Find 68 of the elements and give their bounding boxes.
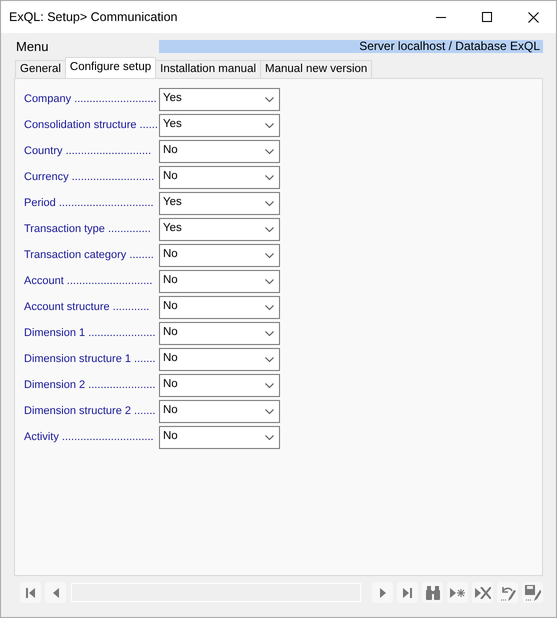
chevron-icon	[265, 122, 274, 128]
field-label: Dimension 1 ......................	[24, 326, 156, 341]
dropdown-field[interactable]: No	[159, 426, 280, 448]
last-record-icon	[403, 588, 412, 598]
next-record-button[interactable]	[372, 582, 393, 603]
undo-edit-button[interactable]	[497, 582, 518, 603]
field-label: Currency ...........................	[24, 170, 156, 185]
delete-record-icon	[474, 586, 490, 598]
save-edit-button[interactable]	[522, 582, 543, 603]
tab[interactable]: Manual new version	[260, 60, 372, 78]
previous-record-icon	[52, 588, 58, 598]
dropdown-field[interactable]: Yes	[159, 192, 280, 214]
chevron-icon	[265, 200, 274, 206]
maximize-icon	[482, 12, 492, 22]
last-record-button[interactable]	[397, 582, 418, 603]
dropdown-field[interactable]: No	[159, 400, 280, 422]
dropdown-field[interactable]: No	[159, 140, 280, 162]
save-edit-icon	[524, 584, 540, 600]
binoculars-button[interactable]	[422, 582, 443, 603]
field-label: Company ...........................	[24, 92, 158, 107]
previous-record-button[interactable]	[45, 582, 66, 603]
new-record-button[interactable]	[447, 582, 468, 603]
chevron-icon	[265, 226, 274, 232]
field-label: Dimension structure 1 .......	[24, 352, 156, 367]
first-record-button[interactable]	[20, 582, 41, 603]
chevron-icon	[265, 304, 274, 310]
field-label: Account ............................	[24, 274, 154, 289]
field-label: Transaction category ........	[24, 248, 155, 263]
dropdown-field[interactable]: Yes	[159, 88, 280, 110]
server-info-bar: Server localhost / Database ExQL	[159, 40, 543, 53]
dropdown-field[interactable]: Yes	[159, 218, 280, 240]
dropdown-field[interactable]: No	[159, 322, 280, 344]
chevron-icon	[265, 278, 274, 284]
dropdown-field[interactable]: No	[159, 244, 280, 266]
field-label: Country ............................	[24, 144, 152, 159]
dropdown-field[interactable]: No	[159, 270, 280, 292]
window-title: ExQL: Setup> Communication	[9, 8, 178, 26]
chevron-icon	[265, 382, 274, 388]
chevron-icon	[265, 356, 274, 362]
chevron-icon	[265, 408, 274, 414]
first-record-icon	[26, 588, 35, 598]
dropdown-field[interactable]: Yes	[159, 114, 280, 136]
delete-record-button[interactable]	[472, 582, 493, 603]
tab[interactable]: Configure setup	[64, 57, 156, 78]
dropdown-field[interactable]: No	[159, 348, 280, 370]
dropdown-field[interactable]: No	[159, 296, 280, 318]
new-record-icon	[450, 588, 465, 598]
field-label: Dimension structure 2 .......	[24, 404, 156, 419]
chevron-icon	[265, 96, 274, 102]
field-label: Consolidation structure ......	[24, 118, 159, 133]
tab[interactable]: General	[15, 60, 66, 78]
dropdown-field[interactable]: No	[159, 166, 280, 188]
field-label: Transaction type ..............	[24, 222, 152, 237]
chevron-icon	[265, 330, 274, 336]
chevron-icon	[265, 434, 274, 440]
chevron-icon	[265, 174, 274, 180]
chevron-icon	[265, 148, 274, 154]
dropdown-field[interactable]: No	[159, 374, 280, 396]
binoculars-icon	[424, 586, 440, 600]
chevron-icon	[265, 252, 274, 258]
next-record-icon	[380, 588, 386, 598]
field-label: Account structure ............	[24, 300, 150, 315]
undo-edit-icon	[500, 584, 516, 600]
field-label: Dimension 2 ......................	[24, 378, 156, 393]
field-label: Activity ..............................	[24, 430, 155, 445]
menu-button[interactable]: Menu	[16, 37, 159, 56]
field-label: Period ...............................	[24, 196, 155, 211]
close-icon	[528, 12, 538, 22]
